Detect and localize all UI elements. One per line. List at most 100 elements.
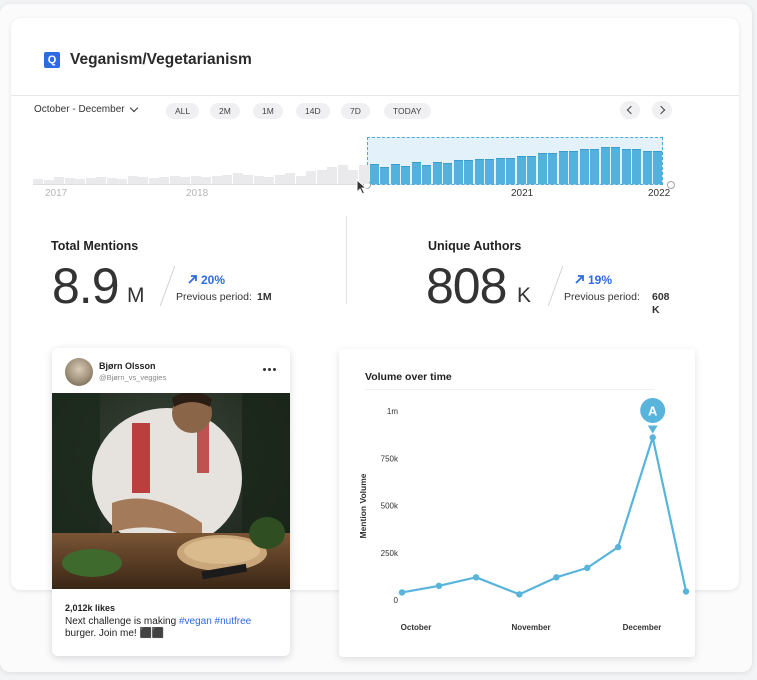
annotation-pointer	[647, 425, 658, 434]
post-author-name[interactable]: Bjørn Olsson	[99, 361, 156, 371]
timeline-volume-bar	[106, 178, 117, 184]
total-mentions-change: 20%	[201, 273, 226, 287]
timeline-volume-bar	[495, 158, 505, 184]
timeline-volume-bar	[117, 179, 128, 184]
timeline-volume-bar	[653, 151, 663, 184]
timeline-volume-bar	[64, 178, 75, 184]
query-badge-icon: Q	[44, 52, 60, 68]
more-options-icon[interactable]	[263, 368, 276, 371]
timeline-volume-bar	[390, 164, 400, 184]
total-mentions-previous-value: 1M	[257, 291, 272, 303]
preset-all[interactable]: ALL	[166, 103, 200, 119]
chevron-down-icon	[129, 103, 138, 113]
total-mentions-label: Total Mentions	[51, 239, 139, 253]
timeline-volume-bar	[316, 170, 327, 184]
data-point	[614, 543, 622, 551]
y-axis-label: Mention Volume	[358, 473, 368, 538]
timeline-volume-bar	[590, 149, 600, 184]
hashtag-link[interactable]: #nutfree	[215, 616, 252, 627]
page-title: Veganism/Vegetarianism	[70, 51, 252, 68]
date-range-select[interactable]: October - December	[34, 103, 138, 115]
timeline-volume-bar	[527, 155, 537, 184]
timeline-volume-bar	[516, 155, 526, 184]
timeline-volume-bar	[506, 158, 516, 184]
timeline-volume-bar	[274, 175, 285, 184]
trend-up-arrow-icon	[188, 275, 197, 284]
total-mentions-previous-label: Previous period:	[176, 291, 252, 303]
x-tick-label: November	[511, 623, 550, 632]
timeline-volume-bar	[285, 173, 296, 184]
post-author-handle[interactable]: @Bjørn_vs_veggies	[99, 373, 166, 382]
timeline-scrubber[interactable]	[33, 134, 675, 194]
timeline-volume-bar	[222, 174, 233, 184]
timeline-volume-bar	[43, 179, 54, 184]
y-tick-label: 750k	[381, 454, 399, 463]
timeline-volume-bar	[453, 160, 463, 184]
prev-period-button[interactable]	[620, 101, 640, 119]
timeline-volume-bar	[232, 173, 243, 184]
timeline-volume-bar	[474, 159, 484, 184]
timeline-volume-bar	[201, 177, 212, 184]
timeline-volume-bar	[600, 147, 610, 184]
post-photo-chef-image	[52, 393, 290, 589]
avatar[interactable]	[65, 358, 93, 386]
timeline-volume-bar	[211, 176, 222, 184]
y-tick-label: 1m	[387, 407, 398, 416]
data-point	[435, 582, 443, 590]
total-mentions-value: 8.9	[52, 258, 120, 314]
timeline-volume-bar	[548, 152, 558, 184]
preset-14d[interactable]: 14D	[296, 103, 330, 119]
timeline-volume-bar	[432, 162, 442, 184]
timeline-volume-bar	[33, 178, 44, 184]
timeline-volume-bar	[337, 165, 348, 184]
caption-end-text: burger. Join me! ⬛⬛	[65, 628, 165, 639]
unique-authors-value: 808	[426, 258, 507, 314]
timeline-volume-bar	[85, 177, 96, 184]
caption-text: Next challenge is making	[65, 616, 177, 627]
post-caption: Next challenge is making #vegan #nutfree…	[65, 616, 280, 640]
unique-authors-previous-value: 608 K	[652, 291, 670, 316]
year-label-2021: 2021	[511, 188, 534, 199]
y-tick-label: 500k	[381, 502, 399, 511]
hashtag-link[interactable]: #vegan	[179, 616, 212, 627]
data-point	[398, 589, 406, 596]
next-period-button[interactable]	[652, 101, 672, 119]
timeline-volume-bar	[411, 162, 421, 184]
social-post-card[interactable]: Bjørn Olsson @Bjørn_vs_veggies 2,012k li…	[52, 348, 290, 656]
x-tick-label: October	[401, 623, 432, 632]
timeline-volume-bar	[537, 152, 547, 184]
volume-over-time-chart: 0 250k 500k 750k 1m October November December Me…	[358, 397, 690, 632]
timeline-volume-bar	[243, 175, 254, 184]
year-label-2022: 2022	[648, 188, 671, 199]
timeline-volume-bar	[295, 175, 306, 184]
timeline-volume-bar	[169, 176, 180, 184]
date-range-label: October - December	[34, 104, 125, 115]
data-point	[584, 564, 591, 572]
timeline-volume-bar	[569, 151, 579, 184]
total-mentions-unit: M	[127, 284, 145, 307]
timeline-volume-bar	[138, 177, 149, 184]
x-tick-label: December	[623, 623, 662, 632]
timeline-volume-bar	[306, 171, 317, 184]
timeline-volume-bar	[443, 163, 453, 184]
trend-up-arrow-icon	[575, 275, 584, 284]
mouse-cursor-icon	[356, 179, 368, 195]
unique-authors-previous-label: Previous period:	[564, 291, 640, 303]
series-line	[401, 436, 688, 596]
data-point	[649, 434, 656, 441]
preset-2m[interactable]: 2M	[210, 103, 240, 119]
preset-today[interactable]: TODAY	[384, 103, 431, 119]
volume-chart-card: Volume over time 0 250k 500k 750k 1m October N…	[339, 349, 695, 657]
timeline-volume-bar	[422, 164, 432, 184]
year-label-2017: 2017	[45, 188, 68, 199]
timeline-volume-bar	[380, 166, 390, 184]
timeline-volume-bar	[642, 151, 652, 184]
unique-authors-unit: K	[517, 284, 532, 307]
year-label-2018: 2018	[186, 188, 209, 199]
timeline-volume-bar	[579, 149, 589, 184]
preset-1m[interactable]: 1M	[253, 103, 283, 119]
preset-7d[interactable]: 7D	[341, 103, 370, 119]
timeline-volume-bar	[190, 175, 201, 184]
timeline-volume-bar	[127, 176, 138, 184]
metrics-divider	[346, 216, 347, 304]
